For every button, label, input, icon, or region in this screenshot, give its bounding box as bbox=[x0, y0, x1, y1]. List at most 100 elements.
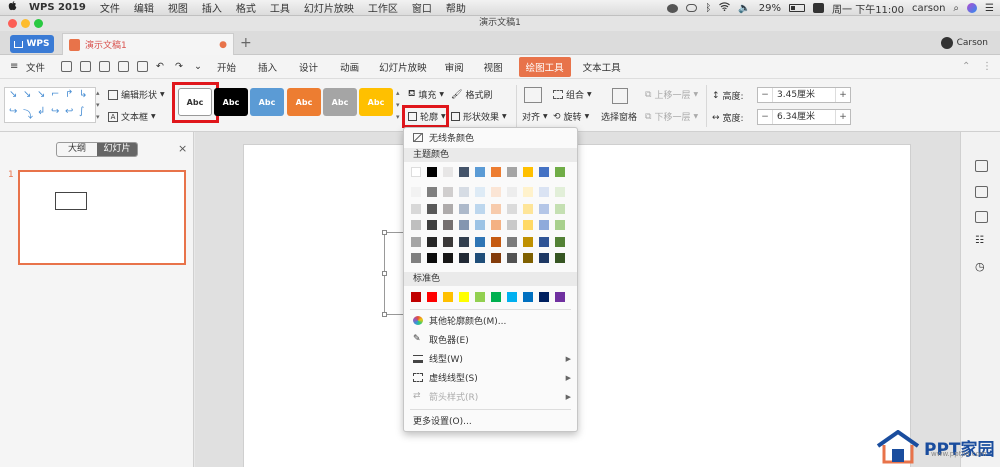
theme-color-swatch[interactable] bbox=[411, 167, 421, 177]
menubar-item-window[interactable]: 窗口 bbox=[412, 0, 432, 15]
menubar-item-view[interactable]: 视图 bbox=[168, 0, 188, 15]
animation-pane-icon[interactable] bbox=[975, 211, 988, 223]
standard-color-swatch[interactable] bbox=[411, 292, 421, 302]
theme-color-swatch[interactable] bbox=[491, 253, 501, 263]
theme-color-swatch[interactable] bbox=[539, 253, 549, 263]
siri-icon[interactable] bbox=[967, 3, 978, 13]
tab-text-tools[interactable]: 文本工具 bbox=[583, 60, 621, 74]
bring-forward-button[interactable]: ⧉ 上移一层 ▼ bbox=[645, 88, 698, 102]
battery-icon[interactable] bbox=[789, 4, 806, 12]
theme-color-swatch[interactable] bbox=[491, 187, 501, 197]
theme-color-swatch[interactable] bbox=[427, 253, 437, 263]
hamburger-icon[interactable]: ≡ bbox=[10, 61, 20, 72]
theme-color-swatch[interactable] bbox=[507, 167, 517, 177]
shape-properties-icon[interactable] bbox=[975, 160, 988, 172]
theme-color-swatch[interactable] bbox=[411, 236, 421, 247]
height-input[interactable]: 3.45厘米 bbox=[772, 88, 836, 102]
dash-type-option[interactable]: 虚线线型(S) ▶ bbox=[404, 368, 577, 387]
save-icon[interactable] bbox=[80, 61, 92, 72]
bluetooth-icon[interactable]: ᛒ bbox=[705, 3, 711, 14]
theme-color-swatch[interactable] bbox=[427, 236, 437, 247]
width-increase-button[interactable]: + bbox=[836, 112, 850, 122]
theme-color-swatch[interactable] bbox=[523, 187, 533, 197]
theme-color-swatch[interactable] bbox=[411, 220, 421, 230]
theme-color-swatch[interactable] bbox=[555, 167, 565, 177]
theme-color-swatch[interactable] bbox=[491, 167, 501, 177]
theme-color-swatch[interactable] bbox=[459, 167, 469, 177]
standard-color-swatch[interactable] bbox=[507, 292, 517, 302]
wifi-icon[interactable] bbox=[719, 2, 731, 14]
close-window-icon[interactable] bbox=[8, 19, 17, 28]
notification-icon[interactable]: ☰ bbox=[985, 3, 994, 14]
file-menu[interactable]: 文件 bbox=[26, 60, 45, 74]
theme-color-swatch[interactable] bbox=[427, 167, 437, 177]
document-tab[interactable]: 演示文稿1 ● bbox=[62, 33, 234, 55]
settings-sliders-icon[interactable]: ☷ bbox=[975, 235, 988, 247]
format-painter-button[interactable]: 🖌 格式刷 bbox=[451, 88, 492, 102]
standard-color-swatch[interactable] bbox=[555, 292, 565, 302]
tab-insert[interactable]: 插入 bbox=[258, 60, 277, 74]
theme-color-swatch[interactable] bbox=[523, 236, 533, 247]
theme-color-swatch[interactable] bbox=[507, 236, 517, 247]
history-icon[interactable]: ◷ bbox=[975, 260, 988, 273]
text-box-button[interactable]: A 文本框 ▼ bbox=[108, 110, 156, 123]
du-icon[interactable] bbox=[813, 3, 825, 13]
shape-style-5[interactable]: Abc bbox=[323, 88, 357, 116]
export-icon[interactable] bbox=[99, 61, 111, 72]
menubar-item-format[interactable]: 格式 bbox=[236, 0, 256, 15]
theme-color-swatch[interactable] bbox=[539, 203, 549, 214]
close-panel-button[interactable]: × bbox=[178, 142, 187, 155]
theme-color-swatch[interactable] bbox=[475, 236, 485, 247]
theme-color-swatch[interactable] bbox=[443, 220, 453, 230]
collapse-ribbon-icon[interactable]: ⌃ bbox=[962, 61, 970, 72]
ribbon-menu-icon[interactable]: ⋮ bbox=[982, 61, 992, 72]
theme-color-swatch[interactable] bbox=[555, 253, 565, 263]
menubar-item-edit[interactable]: 编辑 bbox=[134, 0, 154, 15]
theme-color-swatch[interactable] bbox=[539, 167, 549, 177]
resize-handle[interactable] bbox=[382, 230, 387, 235]
theme-color-swatch[interactable] bbox=[507, 203, 517, 214]
selection-pane-button[interactable]: 选择窗格 bbox=[601, 110, 637, 123]
menubar-clock[interactable]: 周一 下午11:00 bbox=[832, 1, 904, 16]
theme-color-swatch[interactable] bbox=[491, 236, 501, 247]
slide-thumbnail[interactable] bbox=[18, 170, 186, 265]
theme-color-swatch[interactable] bbox=[459, 236, 469, 247]
width-field[interactable]: − 6.34厘米 + bbox=[757, 109, 851, 125]
tab-home[interactable]: 开始 bbox=[217, 60, 236, 74]
theme-color-swatch[interactable] bbox=[411, 203, 421, 214]
style-gallery-scroll[interactable]: ▴ ▾ ▾ bbox=[396, 87, 400, 123]
theme-color-swatch[interactable] bbox=[459, 253, 469, 263]
standard-color-swatch[interactable] bbox=[459, 292, 469, 302]
menubar-item-file[interactable]: 文件 bbox=[100, 0, 120, 15]
tab-slideshow[interactable]: 幻灯片放映 bbox=[379, 60, 427, 74]
theme-color-swatch[interactable] bbox=[459, 187, 469, 197]
menubar-item-help[interactable]: 帮助 bbox=[446, 0, 466, 15]
theme-color-swatch[interactable] bbox=[443, 203, 453, 214]
menubar-item-slideshow[interactable]: 幻灯片放映 bbox=[304, 0, 354, 15]
theme-color-swatch[interactable] bbox=[475, 187, 485, 197]
shape-style-1[interactable]: Abc bbox=[178, 88, 212, 116]
menubar-item-insert[interactable]: 插入 bbox=[202, 0, 222, 15]
theme-color-swatch[interactable] bbox=[555, 187, 565, 197]
theme-color-swatch[interactable] bbox=[523, 253, 533, 263]
theme-color-swatch[interactable] bbox=[427, 187, 437, 197]
send-backward-button[interactable]: ⧉ 下移一层 ▼ bbox=[645, 110, 698, 124]
shape-style-2[interactable]: Abc bbox=[214, 88, 248, 116]
theme-color-swatch[interactable] bbox=[427, 220, 437, 230]
shape-style-4[interactable]: Abc bbox=[287, 88, 321, 116]
theme-color-swatch[interactable] bbox=[555, 203, 565, 214]
theme-color-swatch[interactable] bbox=[443, 253, 453, 263]
theme-color-swatch[interactable] bbox=[507, 187, 517, 197]
tab-drawing-tools[interactable]: 绘图工具 bbox=[518, 56, 571, 77]
print-preview-icon[interactable] bbox=[137, 61, 149, 72]
vpn-icon[interactable] bbox=[686, 4, 698, 12]
theme-color-swatch[interactable] bbox=[443, 167, 453, 177]
redo-icon[interactable]: ↷ bbox=[175, 61, 186, 72]
group-button[interactable]: 组合 ▼ bbox=[553, 88, 592, 101]
tab-design[interactable]: 设计 bbox=[299, 60, 318, 74]
fill-button[interactable]: ⛾ 填充 ▼ bbox=[408, 88, 444, 101]
tab-animation[interactable]: 动画 bbox=[340, 60, 359, 74]
theme-color-swatch[interactable] bbox=[459, 220, 469, 230]
rotate-button[interactable]: ⟲ 旋转 ▼ bbox=[553, 110, 589, 124]
theme-color-swatch[interactable] bbox=[539, 220, 549, 230]
